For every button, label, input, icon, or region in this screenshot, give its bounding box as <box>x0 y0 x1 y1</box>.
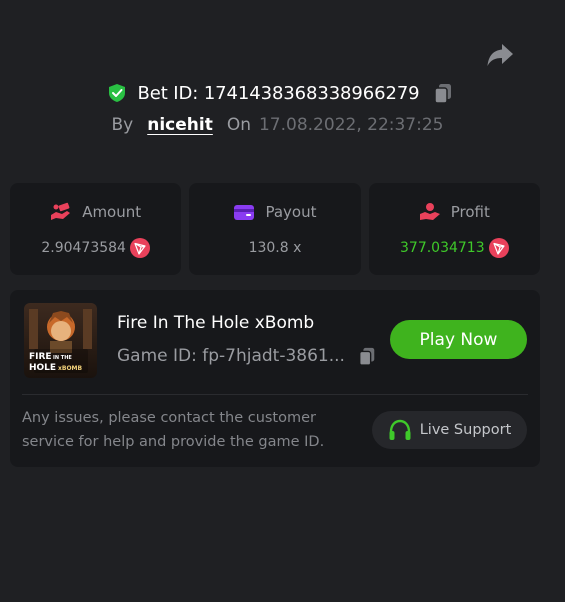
amount-label: Amount <box>82 203 142 221</box>
profit-card: Profit 377.034713 <box>368 183 540 275</box>
verified-shield-icon <box>109 84 126 102</box>
game-id: Game ID: fp-7hjadt-3861... <box>117 346 345 366</box>
bet-header: Bet ID: 1741438368338966279 By nicehit O… <box>0 78 565 138</box>
svg-text:HOLE: HOLE <box>29 363 56 373</box>
svg-text:FIRE: FIRE <box>29 352 52 362</box>
game-panel: FIRE IN THE HOLE xBOMB Fire In The Hole … <box>10 290 540 467</box>
play-now-button[interactable]: Play Now <box>390 320 527 359</box>
wallet-icon <box>234 205 255 220</box>
svg-text:xBOMB: xBOMB <box>58 365 83 372</box>
bet-id-row: Bet ID: 1741438368338966279 <box>0 78 565 108</box>
live-support-button[interactable]: Live Support <box>372 411 527 449</box>
by-label: By <box>111 115 134 135</box>
on-label: On <box>226 115 251 135</box>
amount-card: Amount 2.90473584 <box>10 183 182 275</box>
game-id-row: Game ID: fp-7hjadt-3861... <box>117 346 377 366</box>
divider <box>22 394 528 395</box>
svg-text:IN THE: IN THE <box>53 355 72 361</box>
game-thumbnail[interactable]: FIRE IN THE HOLE xBOMB <box>24 303 97 378</box>
by-row: By nicehit On 17.08.2022, 22:37:25 <box>0 112 565 138</box>
copy-icon[interactable] <box>432 82 454 104</box>
bet-id: Bet ID: 1741438368338966279 <box>137 82 420 104</box>
bet-stats: Amount 2.90473584 Payout 130.8 x Profit … <box>10 183 540 275</box>
amount-value: 2.90473584 <box>41 240 126 256</box>
profit-label: Profit <box>450 203 490 221</box>
bet-date: 17.08.2022, 22:37:25 <box>258 115 444 135</box>
share-icon[interactable] <box>486 42 514 68</box>
copy-icon[interactable] <box>357 346 377 366</box>
profit-value: 377.034713 <box>400 240 485 256</box>
tron-icon <box>488 238 509 258</box>
tron-icon <box>129 238 150 258</box>
game-title: Fire In The Hole xBomb <box>117 313 315 333</box>
live-support-label: Live Support <box>419 422 512 438</box>
profit-hand-icon <box>419 203 440 220</box>
headset-icon <box>389 419 411 440</box>
payout-value: 130.8 x <box>248 240 302 256</box>
support-message: Any issues, please contact the customer … <box>22 410 325 450</box>
username-link[interactable]: nicehit <box>147 115 213 135</box>
payout-card: Payout 130.8 x <box>189 183 361 275</box>
payout-label: Payout <box>265 203 317 221</box>
money-hand-icon <box>51 202 71 220</box>
